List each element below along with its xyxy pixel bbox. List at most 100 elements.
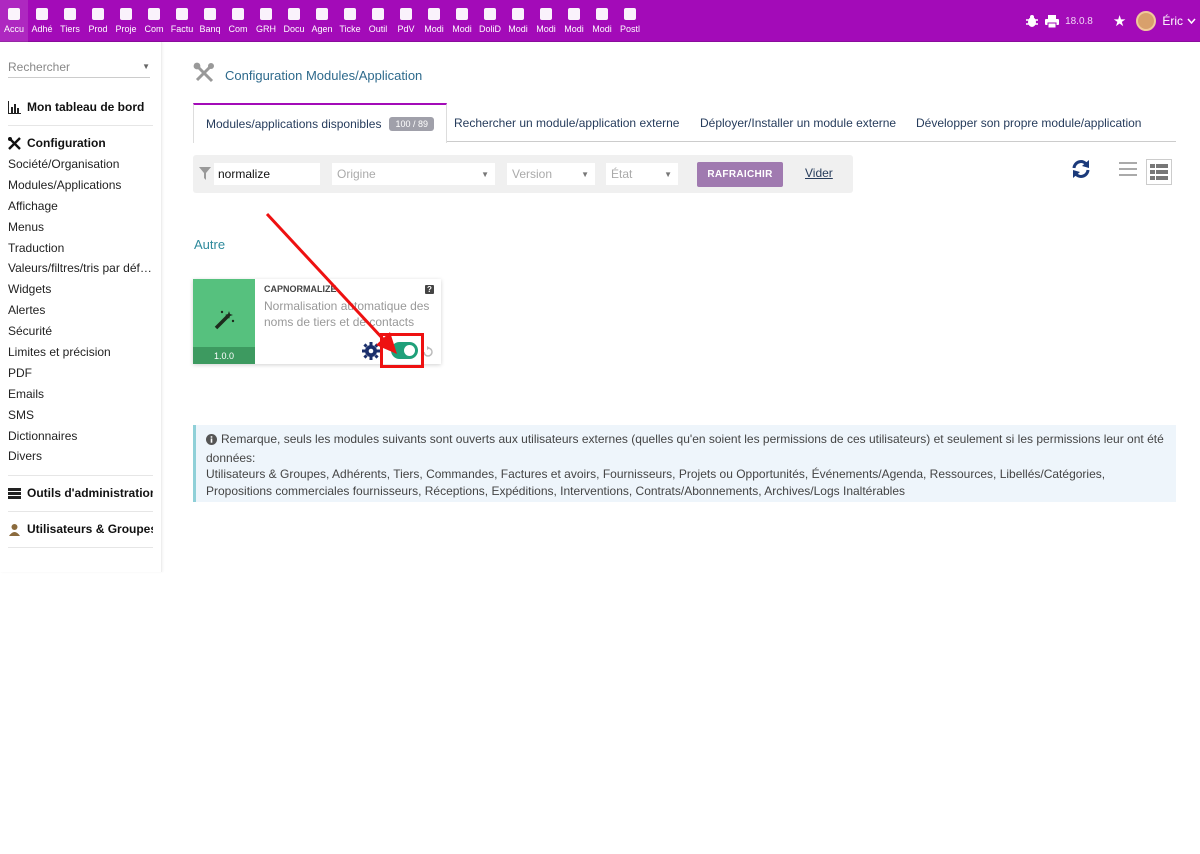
list-view-icon[interactable] xyxy=(1119,161,1137,182)
origin-placeholder: Origine xyxy=(337,167,376,181)
tabs: Modules/applications disponibles 100 / 8… xyxy=(193,103,1176,143)
sidebar-subitem[interactable]: Sécurité xyxy=(8,321,153,342)
sidebar-subitem[interactable]: Emails xyxy=(8,384,153,405)
state-placeholder: État xyxy=(611,167,633,181)
sidebar-subitem[interactable]: Traduction xyxy=(8,238,153,259)
top-menu-item[interactable]: Accu xyxy=(0,0,28,42)
sidebar-item-dashboard[interactable]: Mon tableau de bord xyxy=(8,96,153,118)
username[interactable]: Éric xyxy=(1162,14,1183,28)
top-menu-item[interactable]: Modi xyxy=(588,0,616,42)
sidebar-subitem[interactable]: Menus xyxy=(8,217,153,238)
top-menu-label: Agen xyxy=(311,24,333,34)
top-menu-label: Banq xyxy=(199,24,221,34)
sidebar-subitem[interactable]: Alertes xyxy=(8,300,153,321)
users-icon xyxy=(260,8,272,20)
top-menu-item[interactable]: Prod xyxy=(84,0,112,42)
module-icon xyxy=(596,8,608,20)
top-menu-label: Postl xyxy=(619,24,640,34)
sidebar-subitem[interactable]: Modules/Applications xyxy=(8,175,153,196)
sidebar-subitem[interactable]: Valeurs/filtres/tris par défaut xyxy=(8,258,153,279)
module-icon xyxy=(540,8,552,20)
search-icon xyxy=(232,8,244,20)
sidebar-item-label: Outils d'administration xyxy=(27,486,153,500)
sidebar-item-label: Configuration xyxy=(27,136,106,150)
sidebar-admin-block: Outils d'administration xyxy=(8,482,153,512)
members-icon xyxy=(36,8,48,20)
sidebar-subitem[interactable]: Widgets xyxy=(8,279,153,300)
top-menu-item[interactable]: Docu xyxy=(280,0,308,42)
tab-available-modules[interactable]: Modules/applications disponibles 100 / 8… xyxy=(193,103,447,143)
section-title: Autre xyxy=(194,237,226,252)
top-menu-item[interactable]: Tiers xyxy=(56,0,84,42)
sidebar-subitem[interactable]: PDF xyxy=(8,363,153,384)
sidebar-subitem[interactable]: Divers xyxy=(8,446,153,467)
module-description: Normalisation automatique des noms de ti… xyxy=(264,299,430,329)
search-input[interactable]: normalize xyxy=(214,163,320,185)
sidebar-dashboard-block: Mon tableau de bord xyxy=(8,96,153,126)
briefcase-icon xyxy=(148,8,160,20)
star-icon[interactable]: ★ xyxy=(1113,12,1126,30)
tab-search-external[interactable]: Rechercher un module/application externe xyxy=(454,103,679,142)
sidebar-users-block: Utilisateurs & Groupes xyxy=(8,518,153,548)
top-menu-item[interactable]: Adhé xyxy=(28,0,56,42)
origin-select[interactable]: Origine ▼ xyxy=(332,163,495,185)
state-select[interactable]: État ▼ xyxy=(606,163,678,185)
sidebar-subitem[interactable]: Société/Organisation xyxy=(8,154,153,175)
top-menu-item[interactable]: Agen xyxy=(308,0,336,42)
top-menu-item[interactable]: GRH xyxy=(252,0,280,42)
tab-develop-module[interactable]: Développer son propre module/application xyxy=(916,103,1141,142)
home-icon xyxy=(8,8,20,20)
sidebar-item-admin-tools[interactable]: Outils d'administration xyxy=(8,482,153,504)
top-right-area: 18.0.8 ★ Éric xyxy=(1025,0,1200,42)
page-title: Configuration Modules/Application xyxy=(225,68,423,83)
top-menu-item[interactable]: Factu xyxy=(168,0,196,42)
top-menu-label: Com xyxy=(144,24,164,34)
bug-icon[interactable] xyxy=(1025,14,1039,28)
top-menu-item[interactable]: Ticke xyxy=(336,0,364,42)
top-menu-item[interactable]: Proje xyxy=(112,0,140,42)
top-menu-item[interactable]: Outil xyxy=(364,0,392,42)
module-count-badge: 100 / 89 xyxy=(389,117,434,131)
caret-down-icon: ▼ xyxy=(581,169,589,179)
sidebar-item-users-groups[interactable]: Utilisateurs & Groupes xyxy=(8,518,153,540)
sidebar-search-select[interactable]: Rechercher ▼ xyxy=(8,56,150,78)
gear-icon[interactable] xyxy=(362,342,380,365)
top-menu-label: GRH xyxy=(256,24,276,34)
configuration-submenu: Société/Organisation Modules/Applications… xyxy=(8,154,153,467)
caret-down-icon: ▼ xyxy=(664,169,672,179)
top-menu-item[interactable]: Com xyxy=(224,0,252,42)
top-menu-item[interactable]: DoliD xyxy=(476,0,504,42)
sidebar-subitem[interactable]: SMS xyxy=(8,405,153,426)
top-menu-label: Modi xyxy=(508,24,528,34)
top-menu-item[interactable]: Postl xyxy=(616,0,644,42)
magic-wand-icon xyxy=(213,309,235,336)
top-menu-item[interactable]: Modi xyxy=(420,0,448,42)
reload-icon[interactable] xyxy=(1070,158,1092,185)
top-menu-label: Com xyxy=(228,24,248,34)
top-menu-item[interactable]: PdV xyxy=(392,0,420,42)
top-menu-item[interactable]: Modi xyxy=(504,0,532,42)
sidebar-subitem[interactable]: Dictionnaires xyxy=(8,426,153,447)
top-menu-item[interactable]: Com xyxy=(140,0,168,42)
top-menu-item[interactable]: Modi xyxy=(448,0,476,42)
top-menu-item[interactable]: Modi xyxy=(532,0,560,42)
chart-icon xyxy=(8,100,21,114)
top-menu-item[interactable]: Modi xyxy=(560,0,588,42)
card-view-icon[interactable] xyxy=(1146,158,1172,185)
module-icon xyxy=(512,8,524,20)
chevron-down-icon[interactable] xyxy=(1187,16,1196,26)
refresh-button[interactable]: RAFRAICHIR xyxy=(697,162,783,187)
sidebar-subitem[interactable]: Affichage xyxy=(8,196,153,217)
sidebar-item-configuration[interactable]: Configuration xyxy=(8,132,153,154)
tab-deploy-external[interactable]: Déployer/Installer un module externe xyxy=(700,103,896,142)
sidebar-subitem[interactable]: Limites et précision xyxy=(8,342,153,363)
server-icon xyxy=(8,487,21,500)
print-icon[interactable] xyxy=(1045,14,1060,28)
version-select[interactable]: Version ▼ xyxy=(507,163,595,185)
top-menu-item[interactable]: Banq xyxy=(196,0,224,42)
help-icon[interactable]: ? xyxy=(425,285,434,294)
top-menu-label: Accu xyxy=(3,24,24,34)
avatar[interactable] xyxy=(1136,11,1157,31)
clear-filters-link[interactable]: Vider xyxy=(805,166,833,180)
tools-icon xyxy=(193,62,215,89)
